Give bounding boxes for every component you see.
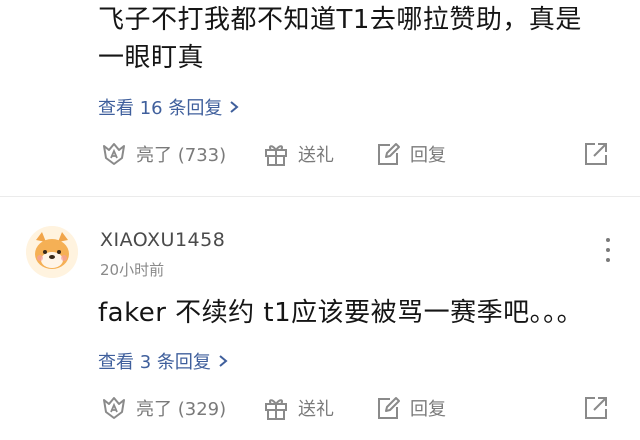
chevron-right-icon — [230, 101, 239, 113]
like-count-label: 亮了 (329) — [136, 399, 227, 420]
comment1-gift-button[interactable]: 送礼 — [262, 140, 334, 168]
avatar[interactable] — [26, 226, 78, 278]
chevron-right-icon — [219, 355, 228, 367]
username[interactable]: XIAOXU1458 — [100, 229, 225, 251]
comment1-text-line1: 飞子不打我都不知道T1去哪拉赞助，真是 — [98, 5, 582, 35]
comment-divider — [0, 196, 640, 197]
comment1-reply-button[interactable]: 回复 — [374, 140, 446, 168]
reply-label: 回复 — [410, 399, 446, 420]
reply-edit-icon — [378, 143, 400, 165]
more-dots-icon[interactable] — [606, 238, 610, 262]
comment2-reply-button[interactable]: 回复 — [374, 394, 446, 422]
share-icon — [585, 397, 607, 419]
reply-label: 回复 — [410, 145, 446, 166]
like-icon — [103, 397, 125, 419]
comment2-text: faker 不续约 t1应该要被骂一赛季吧。。。 — [98, 298, 584, 328]
reply-edit-icon — [378, 397, 400, 419]
avatar-dog-icon — [26, 226, 78, 278]
comment2-share-button[interactable] — [582, 394, 610, 426]
gift-icon — [265, 399, 287, 420]
comment2-gift-button[interactable]: 送礼 — [262, 394, 334, 422]
share-icon — [585, 143, 607, 165]
comment1-view-replies-link[interactable]: 查看 16 条回复 — [98, 94, 240, 120]
like-icon — [103, 143, 125, 165]
timestamp: 20小时前 — [100, 261, 165, 279]
comment2-like-button[interactable]: 亮了 (329) — [100, 394, 226, 422]
comment1-share-button[interactable] — [582, 140, 610, 172]
comment2-view-replies-link[interactable]: 查看 3 条回复 — [98, 348, 229, 374]
gift-icon — [265, 145, 287, 166]
gift-label: 送礼 — [298, 399, 334, 420]
like-count-label: 亮了 (733) — [136, 145, 227, 166]
gift-label: 送礼 — [298, 145, 334, 166]
comment1-text-line2: 一眼盯真 — [98, 43, 205, 73]
comment1-like-button[interactable]: 亮了 (733) — [100, 140, 226, 168]
view-replies-label: 查看 3 条回复 — [98, 352, 211, 373]
view-replies-label: 查看 16 条回复 — [98, 98, 223, 119]
